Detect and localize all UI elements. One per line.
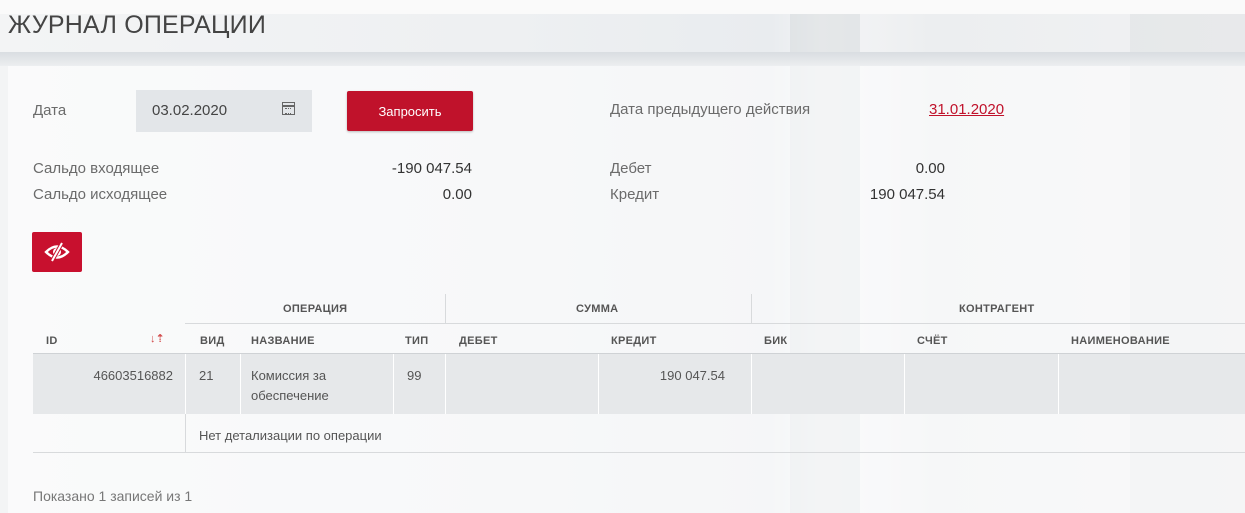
col-header-title[interactable]: НАИМЕНОВАНИЕ	[1071, 335, 1170, 347]
outgoing-balance-label: Сальдо исходящее	[33, 186, 168, 203]
credit-value: 190 047.54	[869, 186, 945, 203]
col-header-account[interactable]: СЧЁТ	[917, 335, 948, 347]
cell-name-line1: Комиссия за	[251, 368, 327, 383]
cell-divider	[240, 354, 241, 414]
cell-divider	[393, 354, 394, 414]
prev-action-date-link[interactable]: 31.01.2020	[929, 101, 1004, 118]
col-header-bik[interactable]: БИК	[764, 335, 787, 347]
cell-id: 46603516882	[93, 368, 173, 383]
col-header-debit[interactable]: ДЕБЕТ	[459, 335, 498, 347]
group-header-operation: ОПЕРАЦИЯ	[283, 303, 348, 315]
incoming-balance-label: Сальдо входящее	[33, 160, 160, 177]
cell-divider	[185, 354, 186, 414]
table-row[interactable]	[33, 354, 1245, 414]
title-underline	[0, 52, 1245, 66]
hide-details-button[interactable]	[32, 232, 82, 272]
col-header-kind[interactable]: ВИД	[200, 335, 225, 347]
outgoing-balance-value: 0.00	[442, 186, 472, 203]
cell-divider	[185, 414, 186, 452]
date-value[interactable]: 03.02.2020	[152, 102, 227, 119]
page-title: ЖУРНАЛ ОПЕРАЦИИ	[8, 11, 267, 39]
request-button[interactable]: Запросить	[347, 91, 473, 131]
cell-divider	[751, 354, 752, 414]
prev-action-label: Дата предыдущего действия	[610, 101, 811, 118]
sort-desc-icon[interactable]: ↓⇡	[150, 332, 165, 345]
cell-divider	[598, 354, 599, 414]
cell-divider	[1058, 354, 1059, 414]
group-divider	[445, 294, 446, 324]
cell-kind: 21	[199, 368, 214, 383]
group-header-counterparty: КОНТРАГЕНТ	[959, 303, 1035, 315]
cell-name-line2: обеспечение	[251, 388, 329, 403]
date-label: Дата	[33, 102, 67, 119]
cell-divider	[445, 354, 446, 414]
records-count: Показано 1 записей из 1	[33, 488, 193, 504]
cell-credit: 190 047.54	[659, 368, 725, 383]
col-header-type[interactable]: ТИП	[405, 335, 428, 347]
eye-off-icon	[44, 242, 70, 262]
date-picker[interactable]: 03.02.2020	[136, 90, 312, 132]
cell-divider	[904, 354, 905, 414]
col-header-id[interactable]: ID	[46, 335, 58, 347]
calendar-icon[interactable]	[282, 102, 295, 115]
group-divider	[751, 294, 752, 324]
debit-value: 0.00	[915, 160, 945, 177]
header-divider	[185, 323, 1245, 324]
col-header-credit[interactable]: КРЕДИТ	[611, 335, 657, 347]
detail-note: Нет детализации по операции	[199, 428, 382, 443]
content-panel	[8, 66, 1245, 513]
incoming-balance-value: -190 047.54	[391, 160, 472, 177]
group-header-amount: СУММА	[576, 303, 619, 315]
debit-label: Дебет	[610, 160, 652, 177]
credit-label: Кредит	[610, 186, 660, 203]
col-header-name[interactable]: НАЗВАНИЕ	[251, 335, 315, 347]
cell-type: 99	[407, 368, 422, 383]
table-bottom-line	[33, 452, 1245, 453]
